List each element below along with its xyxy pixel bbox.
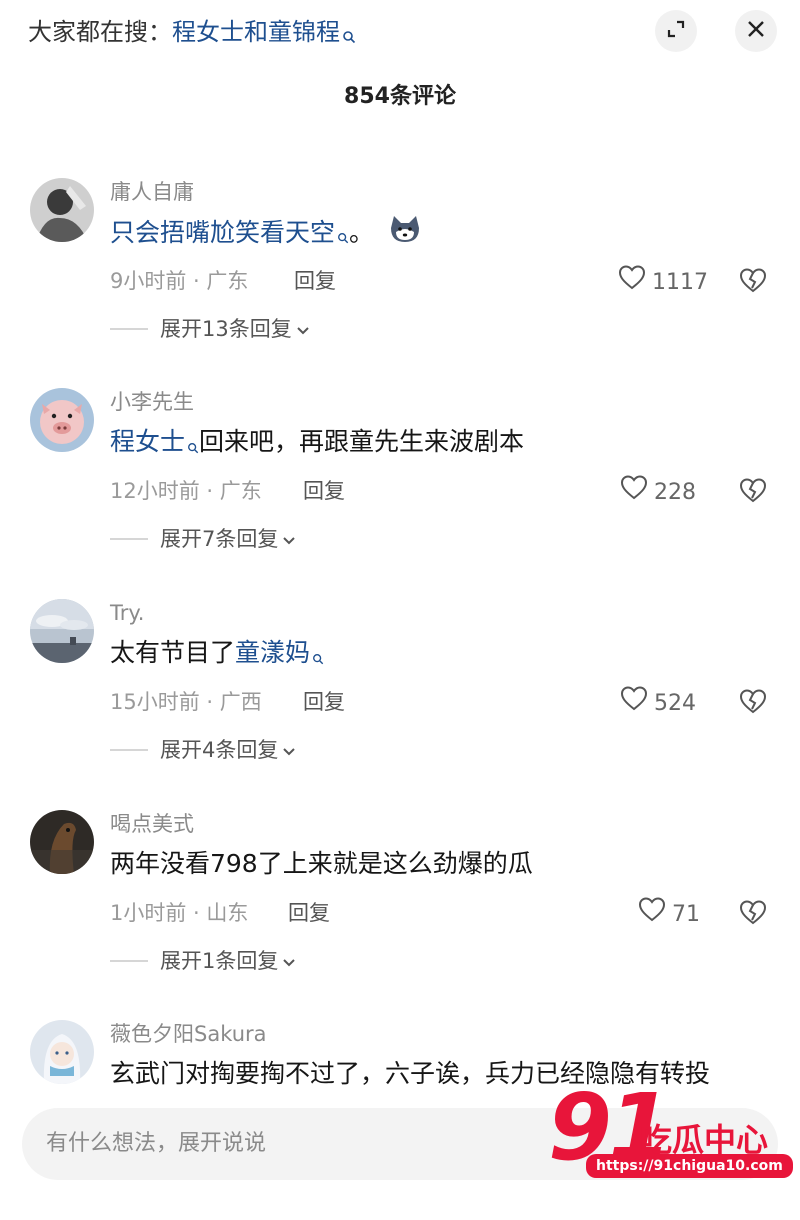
- comment-username[interactable]: 庸人自庸: [110, 178, 194, 206]
- reply-button[interactable]: 回复: [294, 266, 336, 296]
- watermark-logo: 91 吃瓜中心 https://91chigua10.com: [540, 1078, 793, 1194]
- comment-input-placeholder: 有什么想法，展开说说: [46, 1131, 267, 1156]
- comment-username[interactable]: 小李先生: [110, 388, 194, 416]
- comment-username[interactable]: Try.: [110, 599, 144, 627]
- like-count: 71: [672, 901, 700, 927]
- like-count: 1117: [652, 269, 708, 295]
- avatar[interactable]: [30, 388, 94, 452]
- close-button[interactable]: [735, 10, 777, 52]
- top-bar: 大家都在搜：程女士和童锦程: [0, 0, 800, 64]
- comment-item: 喝点美式 两年没看798了上来就是这么劲爆的瓜 1小时前 · 山东 回复 71 …: [0, 810, 800, 1010]
- like-button[interactable]: 524: [620, 685, 696, 722]
- avatar[interactable]: [30, 599, 94, 663]
- chevron-down-icon: [296, 314, 310, 344]
- comment-item: Try. 太有节目了童漾妈 15小时前 · 广西 回复 524 展开4条回复: [0, 599, 800, 799]
- expand-replies-button[interactable]: 展开7条回复: [110, 524, 296, 554]
- divider-line: [110, 749, 148, 751]
- dislike-button[interactable]: [738, 687, 768, 719]
- comment-search-link[interactable]: 只会捂嘴尬笑看天空: [110, 218, 335, 247]
- like-count: 524: [654, 690, 696, 716]
- search-suggestion[interactable]: 大家都在搜：程女士和童锦程: [28, 14, 356, 54]
- avatar[interactable]: [30, 810, 94, 874]
- reply-button[interactable]: 回复: [303, 476, 345, 506]
- comment-text-plain: 太有节目了: [110, 638, 236, 667]
- avatar[interactable]: [30, 178, 94, 242]
- avatar[interactable]: [30, 1020, 94, 1084]
- comment-username[interactable]: 喝点美式: [110, 810, 194, 838]
- comment-text-rest: 回来吧，再跟童先生来波剧本: [199, 427, 525, 456]
- comment-text: 程女士 回来吧，再跟童先生来波剧本: [110, 424, 524, 464]
- comment-search-link[interactable]: 程女士: [110, 427, 185, 456]
- broken-heart-icon: [738, 689, 768, 719]
- comment-text: 只会捂嘴尬笑看天空。: [110, 214, 422, 254]
- comment-text: 太有节目了童漾妈: [110, 635, 324, 675]
- like-button[interactable]: 228: [620, 474, 696, 511]
- search-icon: [337, 218, 349, 254]
- comment-username[interactable]: 薇色夕阳Sakura: [110, 1020, 267, 1048]
- expand-replies-button[interactable]: 展开13条回复: [110, 314, 310, 344]
- heart-icon: [618, 264, 652, 301]
- dislike-button[interactable]: [738, 898, 768, 930]
- chevron-down-icon: [282, 524, 296, 554]
- chevron-down-icon: [282, 735, 296, 765]
- comment-count-title: 854条评论: [344, 84, 456, 109]
- dislike-button[interactable]: [738, 266, 768, 298]
- expand-replies-label: 展开1条回复: [160, 949, 279, 973]
- broken-heart-icon: [738, 900, 768, 930]
- dislike-button[interactable]: [738, 476, 768, 508]
- comment-time-location: 12小时前 · 广东: [110, 479, 262, 503]
- expand-replies-label: 展开13条回复: [160, 317, 292, 341]
- search-icon: [187, 428, 199, 464]
- comment-time-location: 1小时前 · 山东: [110, 901, 249, 925]
- comment-time-location: 9小时前 · 广东: [110, 269, 249, 293]
- heart-icon: [620, 685, 654, 722]
- search-icon: [342, 18, 356, 54]
- comment-search-link[interactable]: 童漾妈: [235, 638, 310, 667]
- search-suggestion-prefix: 大家都在搜：: [28, 18, 172, 46]
- heart-icon: [620, 474, 654, 511]
- like-count: 228: [654, 479, 696, 505]
- comment-text: 两年没看798了上来就是这么劲爆的瓜: [110, 849, 533, 878]
- divider-line: [110, 328, 148, 330]
- expand-replies-label: 展开7条回复: [160, 527, 279, 551]
- watermark-name: 吃瓜中心: [640, 1121, 769, 1159]
- search-suggestion-keyword[interactable]: 程女士和童锦程: [172, 18, 340, 46]
- comment-item: 庸人自庸 只会捂嘴尬笑看天空。 9小时前 · 广东 回复 1117 展开13条回…: [0, 178, 800, 378]
- close-icon: [746, 19, 766, 43]
- broken-heart-icon: [738, 478, 768, 508]
- divider-line: [110, 538, 148, 540]
- expand-icon: [666, 19, 686, 43]
- reply-button[interactable]: 回复: [303, 687, 345, 717]
- search-icon: [312, 639, 324, 675]
- expand-replies-button[interactable]: 展开1条回复: [110, 946, 296, 976]
- expand-replies-label: 展开4条回复: [160, 738, 279, 762]
- comment-item: 小李先生 程女士 回来吧，再跟童先生来波剧本 12小时前 · 广东 回复 228 …: [0, 388, 800, 588]
- comment-time-location: 15小时前 · 广西: [110, 690, 262, 714]
- expand-replies-button[interactable]: 展开4条回复: [110, 735, 296, 765]
- divider-line: [110, 960, 148, 962]
- heart-icon: [638, 896, 672, 933]
- watermark-url: https://91chigua10.com: [586, 1154, 793, 1178]
- husky-emoji-icon: [388, 214, 422, 254]
- comment-text-rest: 。: [349, 218, 375, 247]
- like-button[interactable]: 71: [638, 896, 700, 933]
- fullscreen-button[interactable]: [655, 10, 697, 52]
- broken-heart-icon: [738, 268, 768, 298]
- chevron-down-icon: [282, 946, 296, 976]
- like-button[interactable]: 1117: [618, 264, 708, 301]
- reply-button[interactable]: 回复: [288, 898, 330, 928]
